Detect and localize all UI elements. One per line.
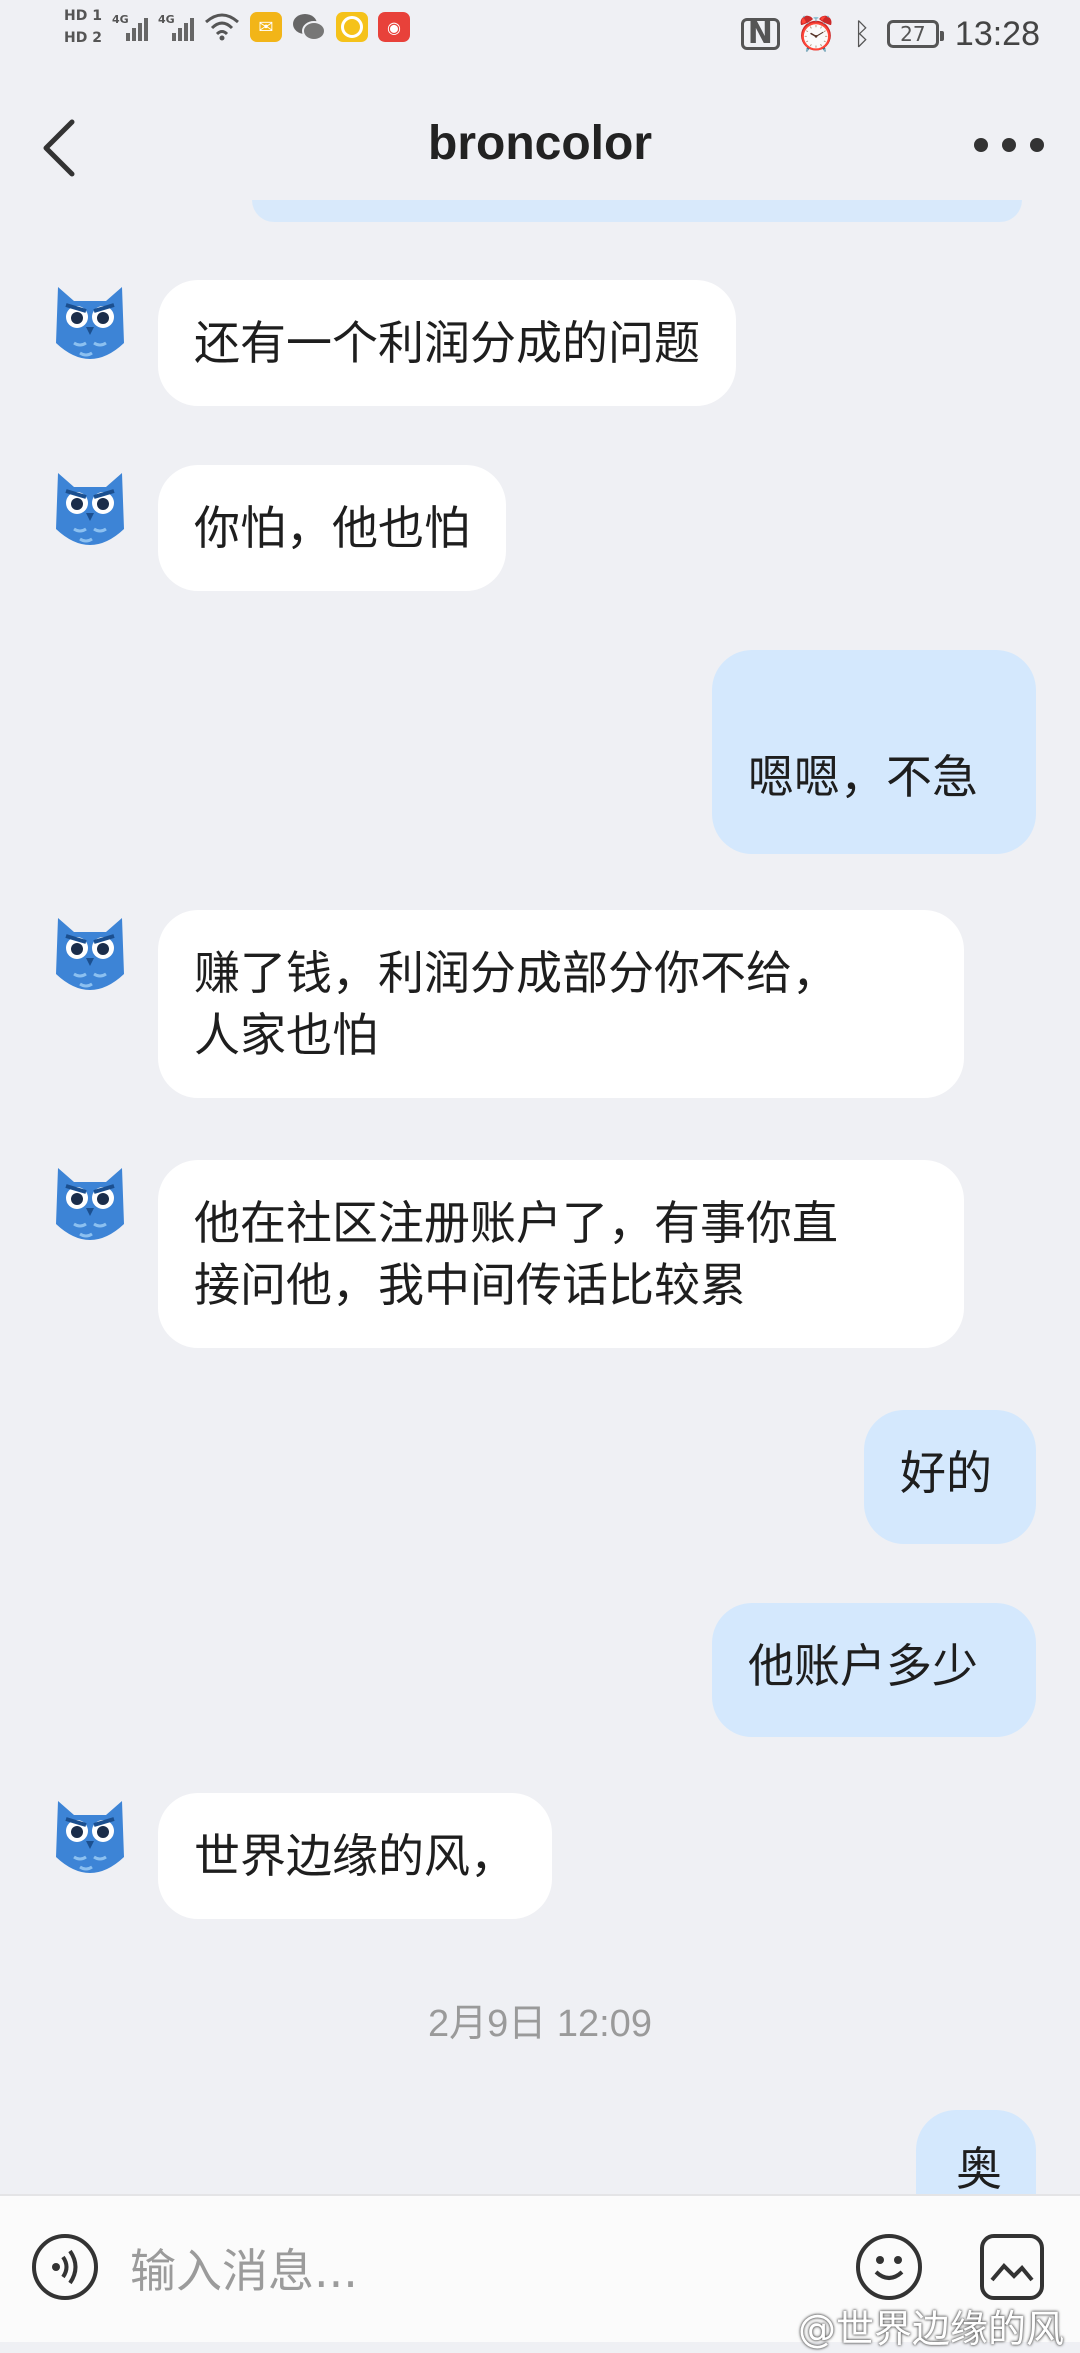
signal-icon-2: 4G: [158, 13, 194, 41]
owl-avatar-icon[interactable]: [50, 1164, 130, 1254]
message-bubble-incoming[interactable]: 还有一个利润分成的问题: [158, 280, 736, 406]
message-timestamp: 2月9日 12:09: [428, 2003, 652, 2045]
signal-icon: 4G: [112, 13, 148, 41]
battery-icon: 27: [886, 20, 944, 48]
wifi-icon: [204, 13, 239, 41]
emoji-icon[interactable]: [856, 2234, 922, 2300]
bluetooth-icon: ᛒ: [852, 16, 871, 52]
app-icon: [335, 12, 368, 42]
weibo-icon: ◉: [377, 12, 410, 42]
message-bubble-incoming[interactable]: 你怕，他也怕: [158, 465, 506, 591]
message-bubble-outgoing[interactable]: 奥: [916, 2110, 1036, 2194]
clock: 13:28: [954, 14, 1040, 53]
nfc-icon: N: [740, 18, 780, 50]
more-dots-icon[interactable]: [974, 120, 1044, 170]
email-icon: ✉: [249, 12, 282, 42]
voice-icon[interactable]: [32, 2234, 98, 2300]
message-input[interactable]: 输入消息...: [130, 2236, 730, 2306]
sim1-indicator: HD 1: [64, 8, 102, 24]
message-bubble-incoming[interactable]: 他在社区注册账户了，有事你直 接问他，我中间传话比较累: [158, 1160, 964, 1348]
message-bubble-outgoing[interactable]: 嗯嗯，不急: [712, 650, 1036, 854]
message-bubble-incoming[interactable]: 世界边缘的风，: [158, 1793, 552, 1919]
status-left: HD 1 HD 2 4G 4G ✉ ◉: [64, 8, 410, 46]
wechat-icon: [292, 14, 326, 41]
message-bubble-outgoing[interactable]: 好的: [864, 1410, 1036, 1544]
alarm-icon: ⏰: [795, 14, 837, 53]
owl-avatar-icon[interactable]: [50, 283, 130, 373]
chat-header: broncolor: [0, 100, 1080, 200]
watermark: @世界边缘的风: [797, 2307, 1064, 2351]
status-right: N ⏰ ᛒ 27 13:28: [740, 14, 1040, 54]
status-bar: HD 1 HD 2 4G 4G ✉ ◉ N ⏰ ᛒ 27 13:28: [0, 0, 1080, 76]
image-picker-icon[interactable]: [980, 2234, 1044, 2300]
page-title: broncolor: [428, 117, 652, 170]
sim2-indicator: HD 2: [64, 30, 102, 46]
owl-avatar-icon[interactable]: [50, 1797, 130, 1887]
message-bubble-partial: [252, 200, 1022, 222]
owl-avatar-icon[interactable]: [50, 469, 130, 559]
message-bubble-incoming[interactable]: 赚了钱，利润分成部分你不给， 人家也怕: [158, 910, 964, 1098]
message-bubble-outgoing[interactable]: 他账户多少: [712, 1603, 1036, 1737]
owl-avatar-icon[interactable]: [50, 914, 130, 1004]
